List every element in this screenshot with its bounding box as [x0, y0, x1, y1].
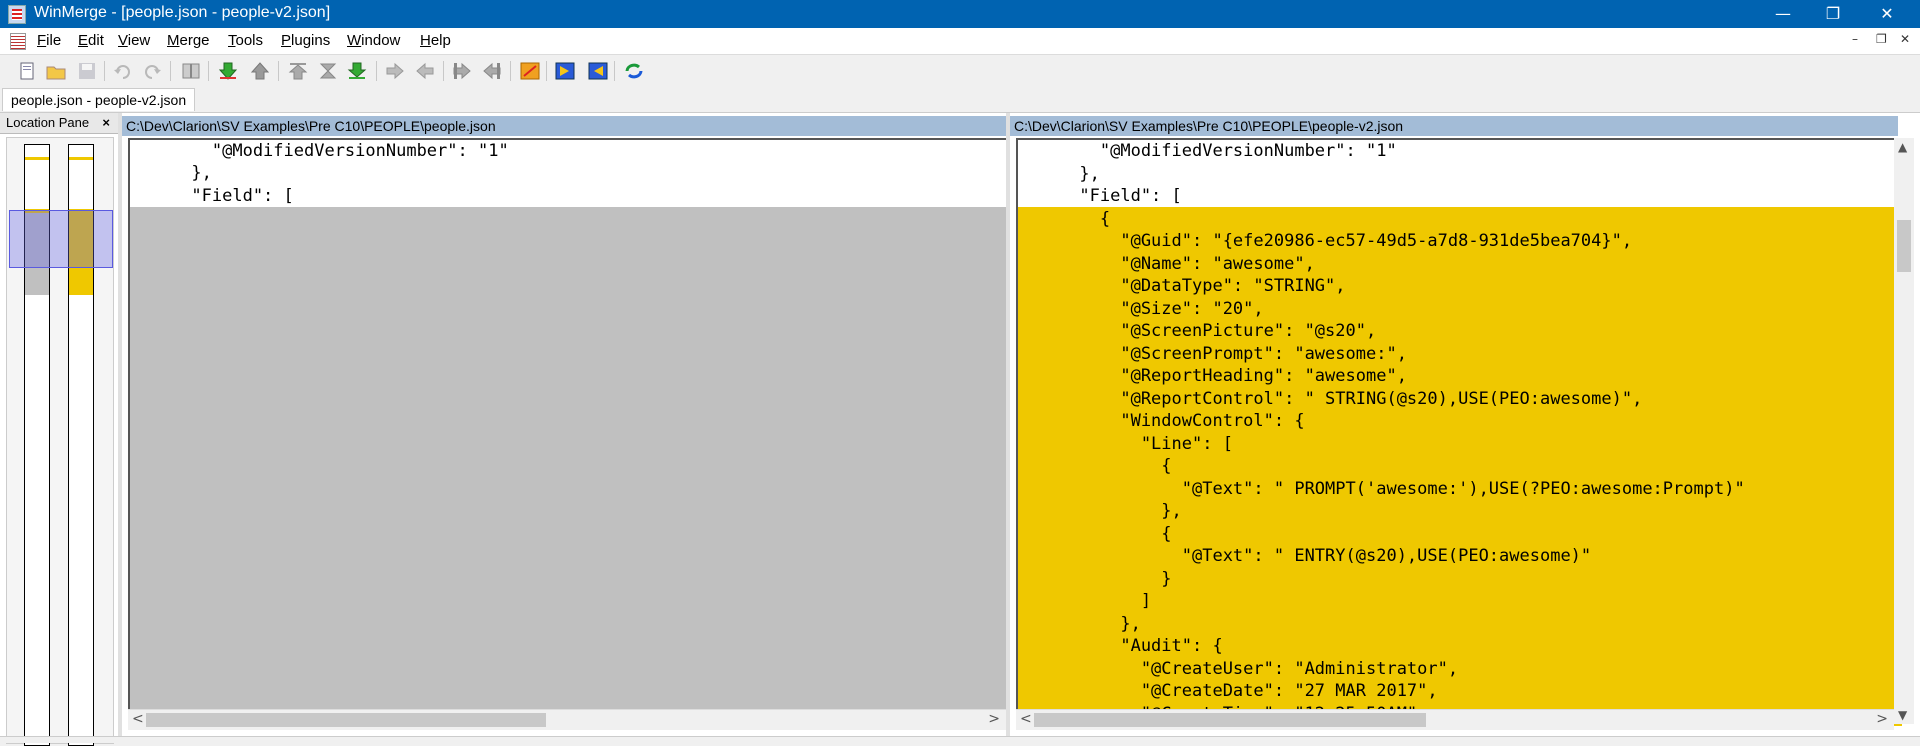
right-code-view[interactable]: "@ModifiedVersionNumber": "1" }, "Field"…: [1016, 138, 1902, 726]
copy-right-icon[interactable]: [385, 62, 405, 80]
menu-window[interactable]: Window: [347, 32, 400, 49]
code-line: }: [1018, 568, 1172, 589]
code-line: },: [130, 163, 212, 183]
redo-icon[interactable]: [142, 62, 162, 80]
location-pane-close-icon[interactable]: ×: [102, 113, 110, 133]
left-code-view[interactable]: "@ModifiedVersionNumber": "1" }, "Field"…: [128, 138, 1006, 726]
mdi-restore-button[interactable]: ❐: [1876, 32, 1887, 46]
left-hscroll-thumb[interactable]: [146, 713, 546, 727]
right-vertical-scrollbar[interactable]: ▲ ▼: [1894, 138, 1914, 724]
scroll-down-icon[interactable]: ▼: [1898, 708, 1907, 722]
code-line: "@Size": "20",: [1018, 298, 1264, 319]
prev-diff-icon[interactable]: [250, 62, 270, 80]
location-pane-header: Location Pane ×: [0, 113, 118, 134]
menu-bar: File Edit View Merge Tools Plugins Windo…: [0, 28, 1920, 54]
window-title: WinMerge - [people.json - people-v2.json…: [34, 4, 331, 21]
scroll-left-icon[interactable]: <: [1020, 711, 1032, 727]
refresh-icon[interactable]: [624, 62, 644, 80]
code-line: "Field": [: [1018, 186, 1182, 206]
code-line: "@Guid": "{efe20986-ec57-49d5-a7d8-931de…: [1018, 231, 1633, 251]
copy-left-advance-icon[interactable]: [482, 62, 502, 80]
first-diff-icon[interactable]: [288, 62, 308, 80]
left-file-pane: C:\Dev\Clarion\SV Examples\Pre C10\PEOPL…: [122, 113, 1006, 742]
current-diff-icon[interactable]: [318, 62, 338, 80]
copy-right-advance-icon[interactable]: [452, 62, 472, 80]
document-tab-bar: people.json - people-v2.json: [0, 86, 1920, 113]
code-line: {: [1018, 456, 1172, 476]
zoom-icon[interactable]: [520, 62, 540, 80]
mdi-close-button[interactable]: ✕: [1900, 32, 1910, 46]
code-line: "@CreateUser": "Administrator",: [1018, 658, 1459, 679]
document-icon[interactable]: [10, 33, 26, 50]
right-horizontal-scrollbar[interactable]: < >: [1016, 709, 1894, 730]
code-line: "@Text": " ENTRY(@s20),USE(PEO:awesome)": [1018, 546, 1592, 566]
code-line: "@ScreenPicture": "@s20",: [1018, 321, 1377, 341]
title-bar: WinMerge - [people.json - people-v2.json…: [0, 0, 1920, 28]
left-file-path: C:\Dev\Clarion\SV Examples\Pre C10\PEOPL…: [122, 116, 1006, 136]
save-icon[interactable]: [77, 62, 97, 80]
code-line: "@DataType": "STRING",: [1018, 276, 1346, 296]
menu-plugins[interactable]: Plugins: [281, 32, 330, 49]
code-line: "Audit": {: [1018, 636, 1223, 656]
code-line: },: [1018, 501, 1182, 521]
right-file-pane: C:\Dev\Clarion\SV Examples\Pre C10\PEOPL…: [1010, 113, 1920, 742]
code-line: "@ScreenPrompt": "awesome:",: [1018, 343, 1407, 364]
open-icon[interactable]: [46, 62, 66, 80]
menu-view[interactable]: View: [118, 32, 150, 49]
compare-left-icon[interactable]: [555, 62, 575, 80]
scroll-right-icon[interactable]: >: [1876, 711, 1888, 727]
menu-help[interactable]: Help: [420, 32, 451, 49]
new-icon[interactable]: [18, 62, 38, 80]
compare-right-icon[interactable]: [588, 62, 608, 80]
right-vscroll-thumb[interactable]: [1897, 220, 1911, 272]
location-viewport-indicator[interactable]: [9, 210, 113, 268]
code-line: "WindowControl": {: [1018, 411, 1305, 431]
location-map[interactable]: [6, 137, 114, 746]
menu-edit[interactable]: Edit: [78, 32, 104, 49]
code-line: "@ModifiedVersionNumber": "1": [1018, 141, 1397, 161]
left-horizontal-scrollbar[interactable]: < >: [128, 709, 1006, 730]
location-pane-title: Location Pane: [6, 115, 90, 130]
right-hscroll-thumb[interactable]: [1034, 713, 1426, 727]
winmerge-app-icon[interactable]: [8, 5, 26, 24]
menu-tools[interactable]: Tools: [228, 32, 263, 49]
mdi-minimize-button[interactable]: –: [1852, 32, 1858, 46]
code-line: "@CreateDate": "27 MAR 2017",: [1018, 681, 1438, 701]
menu-merge[interactable]: Merge: [167, 32, 210, 49]
code-line: "@ModifiedVersionNumber": "1": [130, 141, 509, 161]
code-line: {: [1018, 208, 1111, 229]
last-diff-icon[interactable]: [347, 62, 367, 80]
scroll-left-icon[interactable]: <: [132, 711, 144, 727]
minimize-button[interactable]: —: [1760, 0, 1806, 28]
next-diff-icon[interactable]: [218, 62, 238, 80]
maximize-button[interactable]: ❐: [1810, 0, 1856, 28]
toolbar: [0, 54, 1920, 87]
code-line: },: [1018, 163, 1100, 184]
menu-file[interactable]: File: [37, 32, 61, 49]
location-pane: Location Pane ×: [0, 113, 118, 746]
code-line: {: [1018, 523, 1172, 544]
tab-people-json[interactable]: people.json - people-v2.json: [2, 88, 196, 111]
missing-lines-block: [130, 207, 1006, 726]
code-line: "@ReportControl": " STRING(@s20),USE(PEO…: [1018, 388, 1643, 409]
options-icon[interactable]: [181, 62, 201, 80]
undo-icon[interactable]: [113, 62, 133, 80]
close-button[interactable]: ✕: [1864, 0, 1910, 28]
code-line: "@Name": "awesome",: [1018, 253, 1315, 274]
scroll-up-icon[interactable]: ▲: [1898, 140, 1907, 154]
scroll-right-icon[interactable]: >: [988, 711, 1000, 727]
code-line: "Field": [: [130, 186, 294, 206]
code-line: "@ReportHeading": "awesome",: [1018, 366, 1407, 386]
code-line: ]: [1018, 591, 1152, 611]
code-line: "@Text": " PROMPT('awesome:'),USE(?PEO:a…: [1018, 478, 1745, 499]
right-file-path: C:\Dev\Clarion\SV Examples\Pre C10\PEOPL…: [1010, 116, 1898, 136]
code-line: },: [1018, 613, 1141, 634]
copy-left-icon[interactable]: [415, 62, 435, 80]
code-line: "Line": [: [1018, 433, 1233, 454]
